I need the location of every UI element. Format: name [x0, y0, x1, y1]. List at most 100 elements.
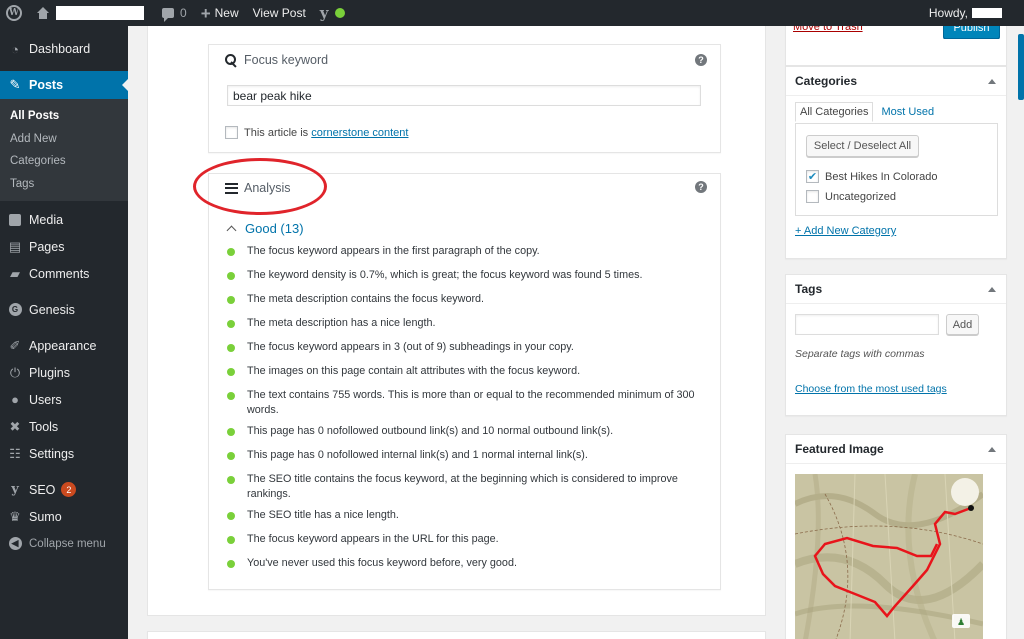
comment-icon	[162, 8, 174, 22]
site-name-redacted	[56, 6, 144, 20]
checked-checkbox-icon[interactable]: ✔	[806, 170, 819, 183]
select-deselect-all-button[interactable]: Select / Deselect All	[806, 135, 919, 157]
menu-media[interactable]: Media	[0, 206, 128, 233]
list-item: The meta description contains the focus …	[225, 292, 695, 316]
add-new-category-link[interactable]: + Add New Category	[795, 225, 896, 237]
view-post-link[interactable]: View Post	[246, 0, 313, 26]
cornerstone-option: This article is cornerstone content	[225, 126, 408, 139]
submenu-categories[interactable]: Categories	[0, 150, 128, 173]
menu-users[interactable]: ● Users	[0, 386, 128, 413]
menu-pages[interactable]: ▤ Pages	[0, 233, 128, 260]
annotation-ellipse	[193, 158, 327, 215]
featured-image-map[interactable]: ♟	[795, 474, 983, 639]
list-item: The focus keyword appears in the first p…	[225, 244, 695, 268]
good-bullet-icon	[227, 428, 235, 436]
menu-label: Genesis	[29, 302, 75, 317]
menu-seo[interactable]: y SEO 2	[0, 476, 128, 503]
site-name-button[interactable]	[29, 0, 151, 26]
good-bullet-icon	[227, 320, 235, 328]
categories-box: Categories All Categories Most Used Sele…	[785, 66, 1007, 259]
collapse-arrow-icon[interactable]	[988, 78, 996, 84]
cornerstone-label: This article is	[244, 126, 309, 139]
submenu-all-posts[interactable]: All Posts	[0, 105, 128, 128]
menu-label: SEO	[29, 482, 56, 497]
good-results-toggle[interactable]: Good (13)	[225, 221, 304, 236]
menu-appearance[interactable]: ✐ Appearance	[0, 332, 128, 359]
menu-label: Sumo	[29, 509, 62, 524]
cornerstone-content-link[interactable]: cornerstone content	[311, 127, 408, 139]
result-text: The focus keyword appears in the URL for…	[247, 533, 499, 545]
result-text: The SEO title contains the focus keyword…	[247, 473, 678, 500]
username-redacted	[972, 8, 1002, 18]
tags-title: Tags	[795, 282, 823, 296]
new-label: New	[214, 6, 239, 20]
list-item: The images on this page contain alt attr…	[225, 364, 695, 388]
menu-posts[interactable]: ✎ Posts	[0, 71, 128, 99]
good-results-label: Good (13)	[245, 221, 304, 236]
help-icon[interactable]: ?	[695, 181, 707, 193]
list-item: The meta description has a nice length.	[225, 316, 695, 340]
menu-label: Comments	[29, 266, 90, 281]
list-item: This page has 0 nofollowed internal link…	[225, 448, 695, 472]
tags-hint: Separate tags with commas	[795, 348, 925, 360]
list-item: The text contains 755 words. This is mor…	[225, 388, 695, 424]
result-text: This page has 0 nofollowed outbound link…	[247, 425, 614, 437]
menu-genesis[interactable]: G Genesis	[0, 296, 128, 323]
result-text: The focus keyword appears in 3 (out of 9…	[247, 341, 574, 353]
menu-sumo[interactable]: ♛ Sumo	[0, 503, 128, 530]
comments-button[interactable]: 0	[155, 0, 194, 26]
tab-most-used[interactable]: Most Used	[873, 102, 942, 122]
brush-icon: ✐	[9, 337, 21, 353]
genesis-icon: G	[8, 303, 22, 317]
good-bullet-icon	[227, 452, 235, 460]
focus-keyword-heading: Focus keyword	[225, 53, 328, 67]
add-tag-label: Add	[952, 318, 973, 331]
collapse-arrow-icon[interactable]	[988, 286, 996, 292]
help-icon[interactable]: ?	[695, 54, 707, 66]
focus-keyword-section: Focus keyword ? bear peak hike This arti…	[208, 44, 721, 153]
list-item: This page has 0 nofollowed outbound link…	[225, 424, 695, 448]
menu-settings[interactable]: ☷ Settings	[0, 440, 128, 467]
good-bullet-icon	[227, 476, 235, 484]
new-content-button[interactable]: + New	[194, 0, 246, 26]
category-item[interactable]: Uncategorized	[806, 190, 896, 203]
submenu-add-new[interactable]: Add New	[0, 128, 128, 151]
categories-header[interactable]: Categories	[786, 67, 1006, 96]
category-item[interactable]: ✔ Best Hikes In Colorado	[806, 170, 938, 183]
collapse-arrow-icon[interactable]	[988, 446, 996, 452]
menu-plugins[interactable]: ⏻ Plugins	[0, 359, 128, 386]
admin-bar: W 0 + New View Post y Howdy,	[0, 0, 1024, 26]
checkbox-icon[interactable]	[806, 190, 819, 203]
menu-tools[interactable]: ✖ Tools	[0, 413, 128, 440]
menu-dashboard[interactable]: ◔ Dashboard	[0, 35, 128, 63]
choose-most-used-tags-link[interactable]: Choose from the most used tags	[795, 383, 947, 395]
pages-icon: ▤	[8, 238, 22, 254]
wp-logo-button[interactable]: W	[0, 0, 29, 26]
featured-image-header[interactable]: Featured Image	[786, 435, 1006, 464]
category-label: Uncategorized	[825, 190, 896, 203]
seo-notification-badge: 2	[61, 482, 77, 497]
collapse-menu-button[interactable]: ◀ Collapse menu	[0, 530, 128, 557]
tab-all-categories[interactable]: All Categories	[795, 102, 874, 122]
tag-input[interactable]	[795, 314, 939, 335]
tags-header[interactable]: Tags	[786, 275, 1006, 304]
cornerstone-checkbox[interactable]	[225, 126, 238, 139]
add-tag-button[interactable]: Add	[946, 314, 979, 335]
yoast-seo-button[interactable]: y	[313, 0, 352, 26]
menu-comments[interactable]: ▰ Comments	[0, 260, 128, 287]
scrollbar-track[interactable]	[1014, 26, 1024, 639]
submenu-tags[interactable]: Tags	[0, 173, 128, 196]
result-text: The text contains 755 words. This is mor…	[247, 389, 695, 416]
users-icon: ●	[11, 392, 19, 407]
scrollbar-thumb[interactable]	[1018, 34, 1024, 100]
result-text: The meta description has a nice length.	[247, 317, 436, 329]
account-menu[interactable]: Howdy,	[929, 0, 1002, 26]
focus-keyword-input[interactable]: bear peak hike	[227, 85, 701, 106]
next-metabox-edge	[147, 631, 766, 639]
collapse-icon: ◀	[8, 537, 22, 551]
list-item: The SEO title has a nice length.	[225, 508, 695, 532]
menu-label: Plugins	[29, 365, 70, 380]
good-bullet-icon	[227, 248, 235, 256]
focus-keyword-value: bear peak hike	[233, 88, 312, 103]
menu-label: Collapse menu	[29, 537, 106, 550]
